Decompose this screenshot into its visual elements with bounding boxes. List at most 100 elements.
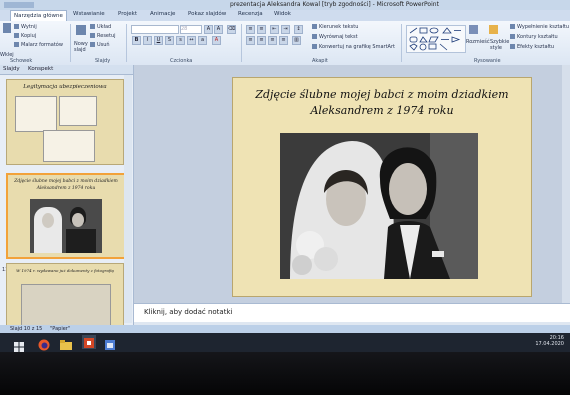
tab-review[interactable]: Recenzja	[238, 11, 263, 17]
window-title: prezentacja Aleksandra Kowal [tryb zgodn…	[230, 1, 439, 8]
title-bar: prezentacja Aleksandra Kowal [tryb zgodn…	[0, 0, 570, 10]
theme-name: "Papier"	[50, 326, 71, 332]
text-direction-button[interactable]: Kierunek tekstu	[312, 24, 358, 30]
line-spacing-button[interactable]: ↕	[294, 25, 303, 34]
reset-label: Resetuj	[97, 33, 116, 39]
shapes-gallery[interactable]	[406, 25, 466, 53]
app-taskbar-icon[interactable]	[104, 336, 116, 350]
shape-effects-label: Efekty kształtu	[517, 44, 555, 50]
align-text-button[interactable]: Wyrównaj tekst	[312, 34, 358, 40]
paste-icon	[3, 23, 11, 33]
strikethrough-button[interactable]: S	[165, 36, 174, 45]
tab-outline[interactable]: Konspekt	[28, 66, 53, 72]
tab-slideshow[interactable]: Pokaz slajdów	[188, 11, 226, 17]
firefox-icon	[38, 339, 50, 351]
thumbnail-title: Legitymacja ubezpieczeniowa	[23, 84, 107, 90]
arrange-button[interactable]	[469, 25, 480, 34]
columns-button[interactable]: ▥	[292, 36, 301, 45]
wedding-photo[interactable]	[280, 133, 478, 279]
clipboard-group-label: Schowek	[10, 58, 33, 64]
change-case-button[interactable]: a	[198, 36, 207, 45]
editor-scrollbar[interactable]	[562, 65, 570, 303]
copy-button[interactable]: Kopiuj	[14, 33, 36, 39]
slide-thumbnail[interactable]: Legitymacja ubezpieczeniowa	[6, 79, 124, 165]
reset-icon	[90, 33, 95, 38]
decrease-indent-button[interactable]: ⇤	[270, 25, 279, 34]
document-image	[15, 96, 57, 132]
font-group-label: Czcionka	[170, 58, 193, 64]
file-explorer-taskbar-icon[interactable]	[60, 336, 72, 350]
wedding-photo-thumbnail	[30, 199, 102, 253]
slide-thumbnail[interactable]: W 1974 r. wydawano już dokumenty z fotog…	[6, 263, 124, 327]
smartart-button[interactable]: Konwertuj na grafikę SmartArt	[312, 44, 395, 50]
tab-insert[interactable]: Wstawianie	[73, 11, 105, 17]
reset-button[interactable]: Resetuj	[90, 33, 116, 39]
tab-slides[interactable]: Slajdy	[3, 66, 20, 72]
grow-font-button[interactable]: A	[204, 25, 213, 34]
cut-label: Wytnij	[21, 24, 37, 30]
clear-formatting-button[interactable]: ⌫	[227, 25, 236, 34]
bold-button[interactable]: B	[132, 36, 141, 45]
firefox-taskbar-icon[interactable]	[38, 336, 50, 351]
windows-logo-icon	[14, 342, 24, 352]
delete-slide-button[interactable]: Usuń	[90, 42, 110, 48]
text-direction-icon	[312, 24, 317, 29]
layout-button[interactable]: Układ	[90, 24, 111, 30]
delete-icon	[90, 42, 95, 47]
align-right-button[interactable]: ≡	[268, 36, 277, 45]
numbering-button[interactable]: ≡	[257, 25, 266, 34]
font-name-input[interactable]	[131, 25, 179, 34]
slide-title-line2[interactable]: Aleksandrem z 1974 roku	[233, 104, 531, 117]
shape-effects-button[interactable]: Efekty kształtu	[510, 44, 554, 50]
new-slide-label: Nowy slajd	[74, 41, 88, 53]
arrange-icon	[469, 25, 478, 34]
italic-button[interactable]: I	[143, 36, 152, 45]
paste-button[interactable]	[3, 23, 13, 33]
tab-home[interactable]: Narzędzia główne	[10, 10, 67, 21]
powerpoint-window: prezentacja Aleksandra Kowal [tryb zgodn…	[0, 0, 570, 352]
shrink-font-button[interactable]: A	[214, 25, 223, 34]
notes-pane[interactable]: Kliknij, aby dodać notatki	[134, 303, 570, 322]
shadow-button[interactable]: s	[176, 36, 185, 45]
tab-design[interactable]: Projekt	[118, 11, 137, 17]
layout-icon	[90, 24, 95, 29]
quick-styles-icon	[489, 25, 498, 34]
new-slide-button[interactable]	[76, 25, 88, 35]
windows-taskbar: 20:16 17.04.2020	[0, 333, 570, 352]
smartart-icon	[312, 44, 317, 49]
paragraph-group-label: Akapit	[312, 58, 328, 64]
powerpoint-taskbar-icon[interactable]	[82, 335, 96, 349]
quick-access-toolbar[interactable]	[4, 2, 34, 8]
copy-icon	[14, 33, 19, 38]
slide-thumbnail-selected[interactable]: Zdjęcie ślubne mojej babci z moim dziadk…	[6, 173, 126, 259]
justify-button[interactable]: ≡	[279, 36, 288, 45]
monitor-bezel	[0, 352, 570, 395]
new-slide-icon	[76, 25, 86, 35]
format-painter-button[interactable]: Malarz formatów	[14, 42, 63, 48]
ribbon-separator	[126, 24, 127, 62]
windows-start-button[interactable]	[14, 337, 24, 352]
delete-label: Usuń	[97, 42, 110, 48]
notes-placeholder: Kliknij, aby dodać notatki	[144, 308, 233, 316]
system-clock[interactable]: 20:16 17.04.2020	[535, 335, 564, 347]
thumbnail-title-line2: Aleksandrem z 1974 roku	[36, 186, 96, 191]
char-spacing-button[interactable]: ↔	[187, 36, 196, 45]
font-color-button[interactable]: A	[212, 36, 221, 45]
tab-animations[interactable]: Animacje	[150, 11, 175, 17]
bullets-button[interactable]: ≡	[246, 25, 255, 34]
text-direction-label: Kierunek tekstu	[319, 24, 359, 30]
quick-styles-button[interactable]	[489, 25, 500, 34]
underline-button[interactable]: U	[154, 36, 163, 45]
align-center-button[interactable]: ≡	[257, 36, 266, 45]
slide-canvas[interactable]: Zdjęcie ślubne mojej babci z moim dziadk…	[232, 77, 532, 297]
panel-scrollbar[interactable]	[124, 75, 132, 323]
shape-fill-button[interactable]: Wypełnienie kształtu	[510, 24, 569, 30]
slide-title-line1[interactable]: Zdjęcie ślubne mojej babci z moim dziadk…	[233, 88, 531, 101]
align-left-button[interactable]: ≡	[246, 36, 255, 45]
shape-outline-button[interactable]: Kontury kształtu	[510, 34, 558, 40]
font-size-input[interactable]: 28	[180, 25, 202, 34]
document-image	[21, 284, 111, 326]
tab-view[interactable]: Widok	[274, 11, 291, 17]
increase-indent-button[interactable]: ⇥	[281, 25, 290, 34]
cut-button[interactable]: Wytnij	[14, 24, 37, 30]
